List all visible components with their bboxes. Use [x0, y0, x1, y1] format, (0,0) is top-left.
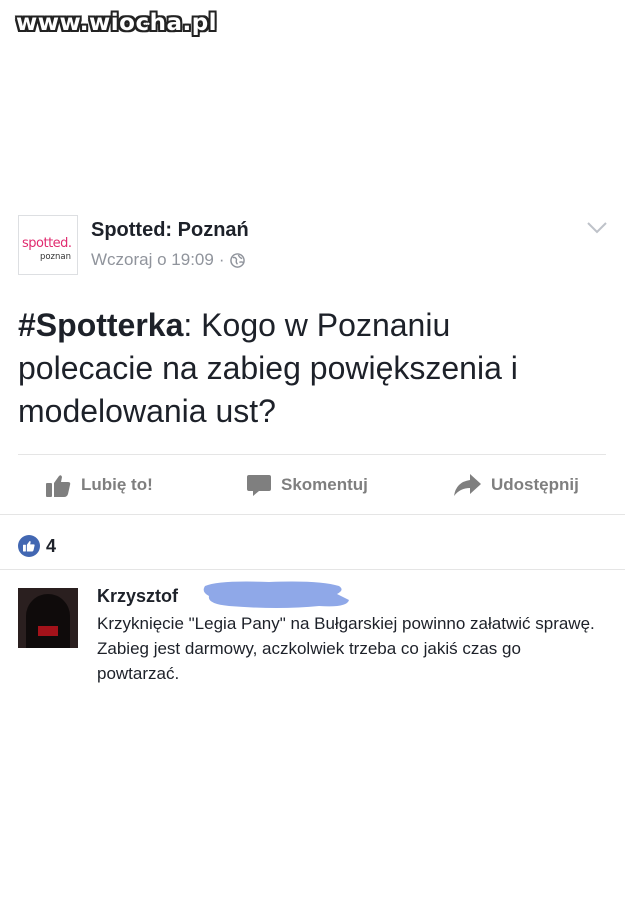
post-header: spotted. poznan Spotted: Poznań Wczoraj … — [18, 215, 608, 277]
divider — [18, 454, 606, 455]
like-button[interactable]: Lubię to! — [46, 466, 153, 504]
redaction-scribble — [203, 581, 349, 608]
logo-subtext: poznan — [39, 252, 71, 262]
thumbs-up-icon — [46, 474, 71, 497]
logo-text: spotted. — [22, 236, 72, 251]
comment-icon — [247, 474, 271, 496]
post-timestamp[interactable]: Wczoraj o 19:09 — [91, 250, 214, 270]
reactions-summary[interactable]: 4 — [18, 535, 56, 557]
meta-separator: · — [218, 250, 225, 269]
divider — [0, 569, 625, 570]
post-meta: Wczoraj o 19:09 · — [91, 250, 245, 270]
post-text: #Spotterka: Kogo w Poznaniu polecacie na… — [18, 304, 588, 433]
divider — [0, 514, 625, 515]
commenter-name[interactable]: Krzysztof — [97, 586, 178, 607]
share-label: Udostępnij — [491, 475, 579, 494]
comment-label: Skomentuj — [281, 475, 368, 494]
page-name[interactable]: Spotted: Poznań — [91, 219, 249, 242]
likes-count: 4 — [46, 535, 57, 556]
share-icon — [454, 474, 481, 496]
share-button[interactable]: Udostępnij — [454, 466, 579, 504]
comment-text: Krzyknięcie "Legia Pany" na Bułgarskiej … — [97, 614, 595, 683]
page-avatar[interactable]: spotted. poznan — [18, 215, 78, 275]
hashtag-link[interactable]: #Spotterka — [18, 307, 183, 343]
like-label: Lubię to! — [81, 475, 153, 494]
action-bar: Lubię to! Skomentuj Udostępnij — [0, 466, 625, 504]
watermark: www.wiocha.pl — [16, 10, 218, 36]
commenter-avatar[interactable] — [18, 588, 78, 648]
comment-button[interactable]: Skomentuj — [247, 466, 368, 504]
globe-icon — [229, 252, 245, 268]
chevron-down-icon[interactable] — [586, 221, 608, 235]
thumbs-up-icon — [18, 535, 40, 557]
